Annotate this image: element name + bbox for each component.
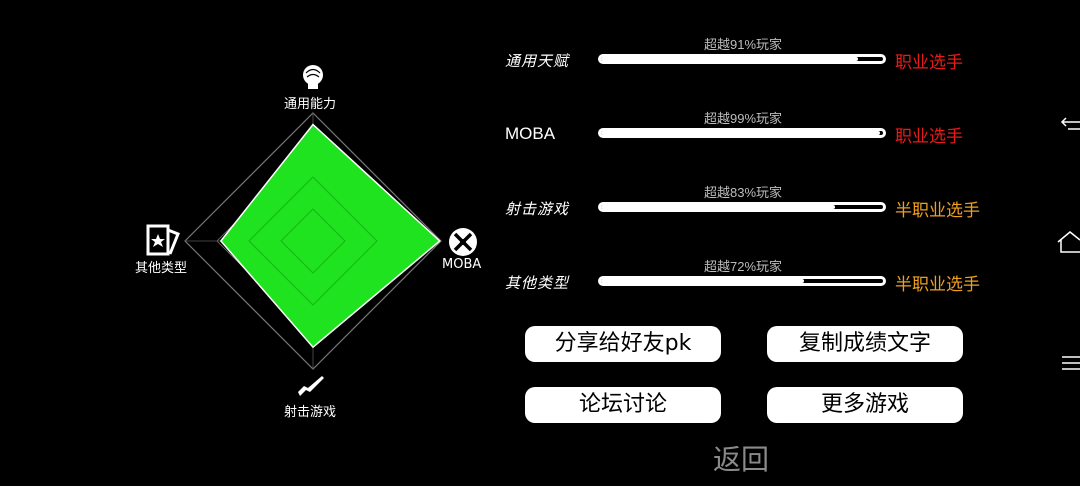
score-row-rank: 职业选手 [895,53,963,73]
radar-label-right: MOBA [442,257,482,272]
progress-bar [598,276,886,286]
copy-result-button[interactable]: 复制成绩文字 [767,326,963,362]
score-row-rank: 职业选手 [895,127,963,147]
result-screen: 通用能力 MOBA 射击游戏 其他类型 通用天赋 超越91%玩家职业选手 MOBA 超… [0,0,1080,486]
score-row-name: 其他类型 [505,274,570,292]
progress-bar [598,128,886,138]
home-nav-icon[interactable] [1056,230,1080,254]
forum-button[interactable]: 论坛讨论 [525,387,721,423]
back-nav-icon[interactable] [1060,116,1080,132]
radar-label-left: 其他类型 [135,261,188,276]
score-row-name: 通用天赋 [505,52,570,70]
progress-bar-fill [601,205,835,209]
score-row-rank: 半职业选手 [895,201,980,221]
progress-bar-fill [601,279,804,283]
gun-icon [298,374,326,402]
radar-label-top: 通用能力 [284,97,337,112]
progress-bar [598,202,886,212]
score-row-percent: 超越99%玩家 [703,111,783,126]
back-button[interactable]: 返回 [713,438,769,478]
score-row-percent: 超越83%玩家 [703,185,783,200]
share-pk-button[interactable]: 分享给好友pk [525,326,721,362]
score-row-name: 射击游戏 [505,200,570,218]
progress-bar [598,54,886,64]
card-icon [146,224,180,260]
radar-svg [184,112,442,370]
score-row: 通用天赋 超越91%玩家职业选手 [500,37,1000,80]
score-row-percent: 超越91%玩家 [703,37,783,52]
progress-bar-fill [601,131,880,135]
score-row: 其他类型 超越72%玩家半职业选手 [500,259,1000,302]
score-row-rank: 半职业选手 [895,275,980,295]
radar-label-bottom: 射击游戏 [284,405,337,420]
moba-swords-icon [448,227,478,261]
more-games-button[interactable]: 更多游戏 [767,387,963,423]
score-row: MOBA 超越99%玩家职业选手 [500,111,1000,154]
radar-chart [130,60,490,420]
menu-nav-icon[interactable] [1062,354,1080,372]
score-row-name: MOBA [505,124,556,143]
progress-bar-fill [601,57,858,61]
score-row-percent: 超越72%玩家 [703,259,783,274]
head-icon [300,64,326,94]
score-row: 射击游戏 超越83%玩家半职业选手 [500,185,1000,228]
